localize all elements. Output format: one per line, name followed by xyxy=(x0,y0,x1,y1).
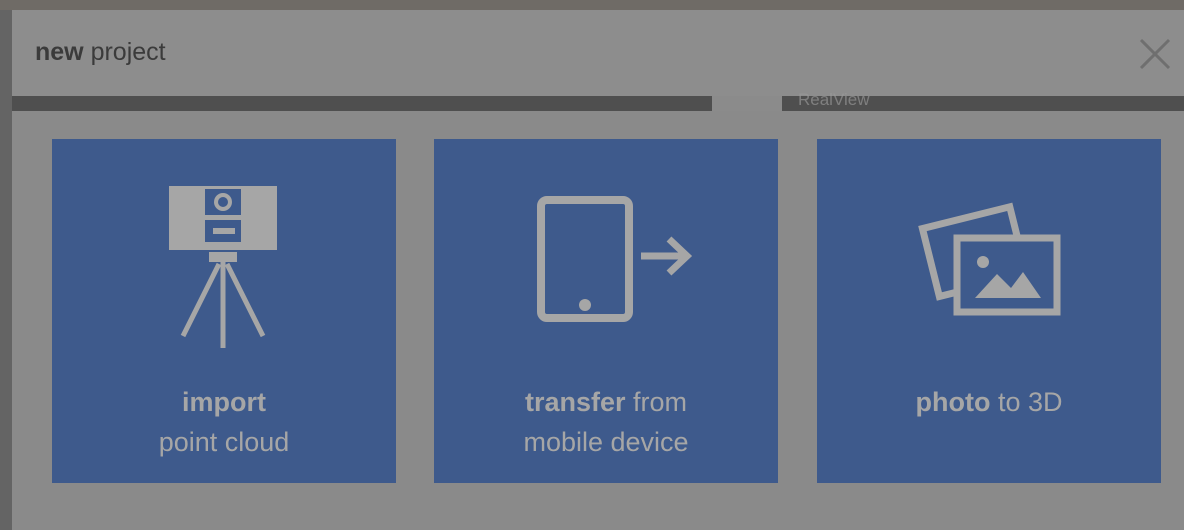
dialog-title-rest: project xyxy=(90,38,166,66)
background-strip xyxy=(0,0,1184,10)
dialog-title-bold: new xyxy=(35,38,84,66)
tile-label-rest: to 3D xyxy=(990,387,1063,417)
tile-label: import point cloud xyxy=(52,382,396,462)
background-segment xyxy=(712,96,782,111)
photo-to-3d-tile[interactable]: photo to 3D xyxy=(817,139,1161,483)
tile-label-line2: point cloud xyxy=(158,427,290,457)
background-text: RealView xyxy=(798,90,870,109)
transfer-from-mobile-tile[interactable]: transfer from mobile device xyxy=(434,139,778,483)
close-icon xyxy=(1139,38,1171,70)
scanner-tripod-icon xyxy=(169,186,277,348)
dialog-header: new project xyxy=(12,10,1184,96)
tile-label-bold: transfer xyxy=(524,387,626,417)
tile-label: transfer from mobile device xyxy=(434,382,778,462)
photos-icon xyxy=(918,202,1061,316)
tile-label-line2: mobile device xyxy=(523,427,689,457)
tile-label: photo to 3D xyxy=(817,382,1161,422)
close-button[interactable] xyxy=(1137,36,1173,72)
tile-label-bold: import xyxy=(182,387,266,417)
tile-label-rest: from xyxy=(625,387,688,417)
tablet-transfer-icon xyxy=(537,196,693,322)
tile-label-bold: photo xyxy=(915,387,991,417)
import-point-cloud-tile[interactable]: import point cloud xyxy=(52,139,396,483)
background-toolbar: RealView xyxy=(12,90,1184,111)
dialog-title: new project xyxy=(35,38,166,67)
